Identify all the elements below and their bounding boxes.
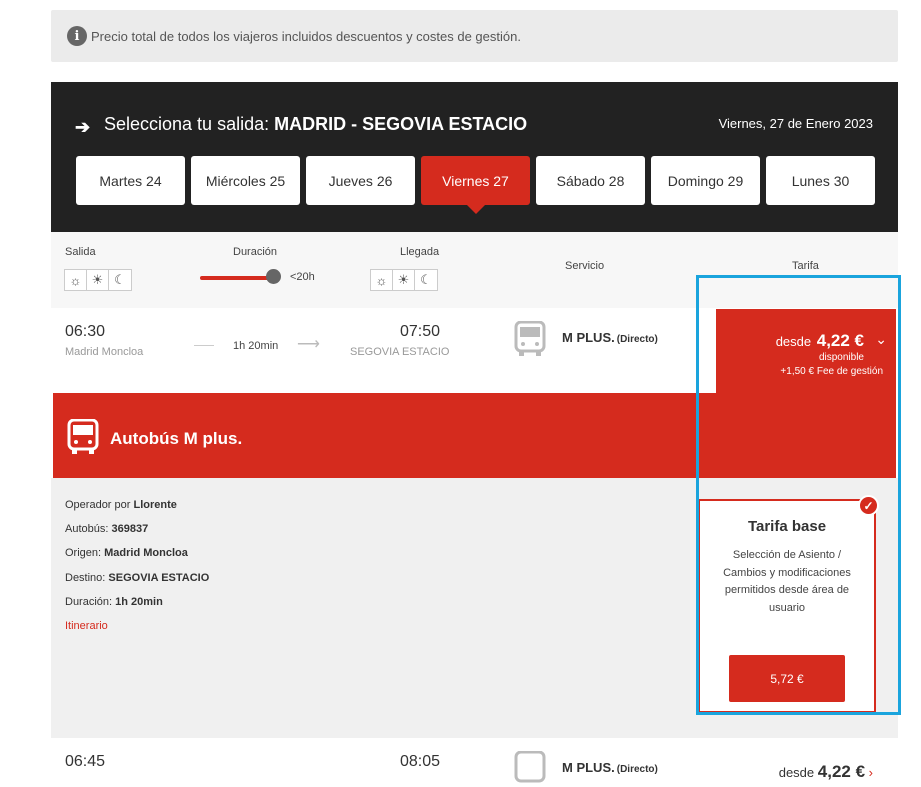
morning-icon[interactable]: ☼ — [371, 270, 393, 290]
filter-bar: Salida ☼ ☀ ☾ Duración <20h Llegada ☼ ☀ ☾… — [51, 232, 898, 308]
duracion-value: <20h — [290, 271, 315, 283]
night-icon[interactable]: ☾ — [109, 270, 131, 290]
night-icon[interactable]: ☾ — [415, 270, 437, 290]
tab-lunes-30[interactable]: Lunes 30 — [766, 156, 875, 205]
availability: disponible — [818, 352, 864, 363]
chevron-down-icon: ⌄ — [875, 331, 887, 347]
origin-row: Origen: Madrid Moncloa — [65, 547, 188, 559]
llegada-label: Llegada — [400, 246, 440, 258]
fare-price-button[interactable]: 5,72 € — [729, 655, 845, 702]
salida-time-filter: ☼ ☀ ☾ — [64, 269, 132, 291]
duracion-label: Duración — [233, 246, 278, 258]
tab-martes-24[interactable]: Martes 24 — [76, 156, 185, 205]
duration-slider[interactable] — [200, 276, 275, 280]
trip-duration: 1h 20min — [233, 340, 279, 352]
departure-time: 06:30 — [65, 323, 106, 340]
arrival-time: 08:05 — [400, 753, 441, 770]
check-icon: ✓ — [858, 495, 879, 516]
price-label: desde 4,22 € › — [778, 762, 873, 781]
fare-description: Selección de Asiento / Cambios y modific… — [723, 549, 851, 614]
itinerary-link[interactable]: Itinerario — [65, 620, 108, 632]
tab-viernes-27[interactable]: Viernes 27 — [421, 156, 530, 214]
departure-time: 06:45 — [65, 753, 106, 770]
salida-label: Salida — [65, 246, 96, 258]
selected-date: Viernes, 27 de Enero 2023 — [718, 116, 873, 131]
departure-place: Madrid Moncloa — [65, 346, 144, 358]
tarifa-label: Tarifa — [792, 260, 819, 272]
arrival-time: 07:50 — [400, 323, 441, 340]
morning-icon[interactable]: ☼ — [65, 270, 87, 290]
price-notice: i Precio total de todos los viajeros inc… — [51, 10, 898, 62]
bus-icon — [514, 751, 546, 783]
duration-slider-handle[interactable] — [266, 269, 281, 284]
tab-miercoles-25[interactable]: Miércoles 25 — [191, 156, 300, 205]
notice-text: Precio total de todos los viajeros inclu… — [91, 28, 521, 44]
destination-row: Destino: SEGOVIA ESTACIO — [65, 572, 210, 584]
operator-row: Operador por Llorente — [65, 499, 177, 511]
arrival-place: SEGOVIA ESTACIO — [350, 346, 450, 358]
management-fee: +1,50 € Fee de gestión — [780, 366, 883, 377]
divider — [194, 345, 214, 346]
bus-row: Autobús: 369837 — [65, 523, 149, 535]
departure-header: ➔ Selecciona tu salida: MADRID - SEGOVIA… — [51, 82, 898, 232]
price-toggle-button[interactable]: desde 4,22 € ⌄ disponible +1,50 € Fee de… — [716, 309, 896, 393]
page-title: Selecciona tu salida: MADRID - SEGOVIA E… — [104, 114, 527, 135]
llegada-time-filter: ☼ ☀ ☾ — [370, 269, 438, 291]
tab-jueves-26[interactable]: Jueves 26 — [306, 156, 415, 205]
service-name: M PLUS. (Directo) — [562, 330, 658, 345]
arrow-right-icon: ➔ — [75, 117, 91, 137]
bus-banner-label: Autobús M plus. — [110, 429, 243, 448]
bus-icon — [514, 321, 546, 356]
servicio-label: Servicio — [565, 260, 605, 272]
trip-row[interactable]: 06:45 08:05 M PLUS. (Directo) desde 4,22 … — [51, 738, 898, 783]
tab-domingo-29[interactable]: Domingo 29 — [651, 156, 760, 205]
bus-banner: Autobús M plus. — [53, 393, 896, 478]
info-icon: i — [67, 26, 87, 46]
price-label: desde 4,22 € — [775, 331, 864, 350]
tab-sabado-28[interactable]: Sábado 28 — [536, 156, 645, 205]
fare-card[interactable]: Tarifa base Selección de Asiento / Cambi… — [699, 499, 876, 712]
fare-title: Tarifa base — [747, 518, 827, 535]
bus-icon — [67, 419, 99, 454]
arrow-right-icon: ⟶ — [297, 336, 320, 353]
date-tabs: Martes 24 Miércoles 25 Jueves 26 Viernes… — [76, 156, 875, 214]
title-route: MADRID - SEGOVIA ESTACIO — [274, 114, 528, 134]
afternoon-icon[interactable]: ☀ — [393, 270, 415, 290]
title-prefix: Selecciona tu salida: — [104, 114, 270, 134]
afternoon-icon[interactable]: ☀ — [87, 270, 109, 290]
duration-row: Duración: 1h 20min — [65, 596, 163, 608]
